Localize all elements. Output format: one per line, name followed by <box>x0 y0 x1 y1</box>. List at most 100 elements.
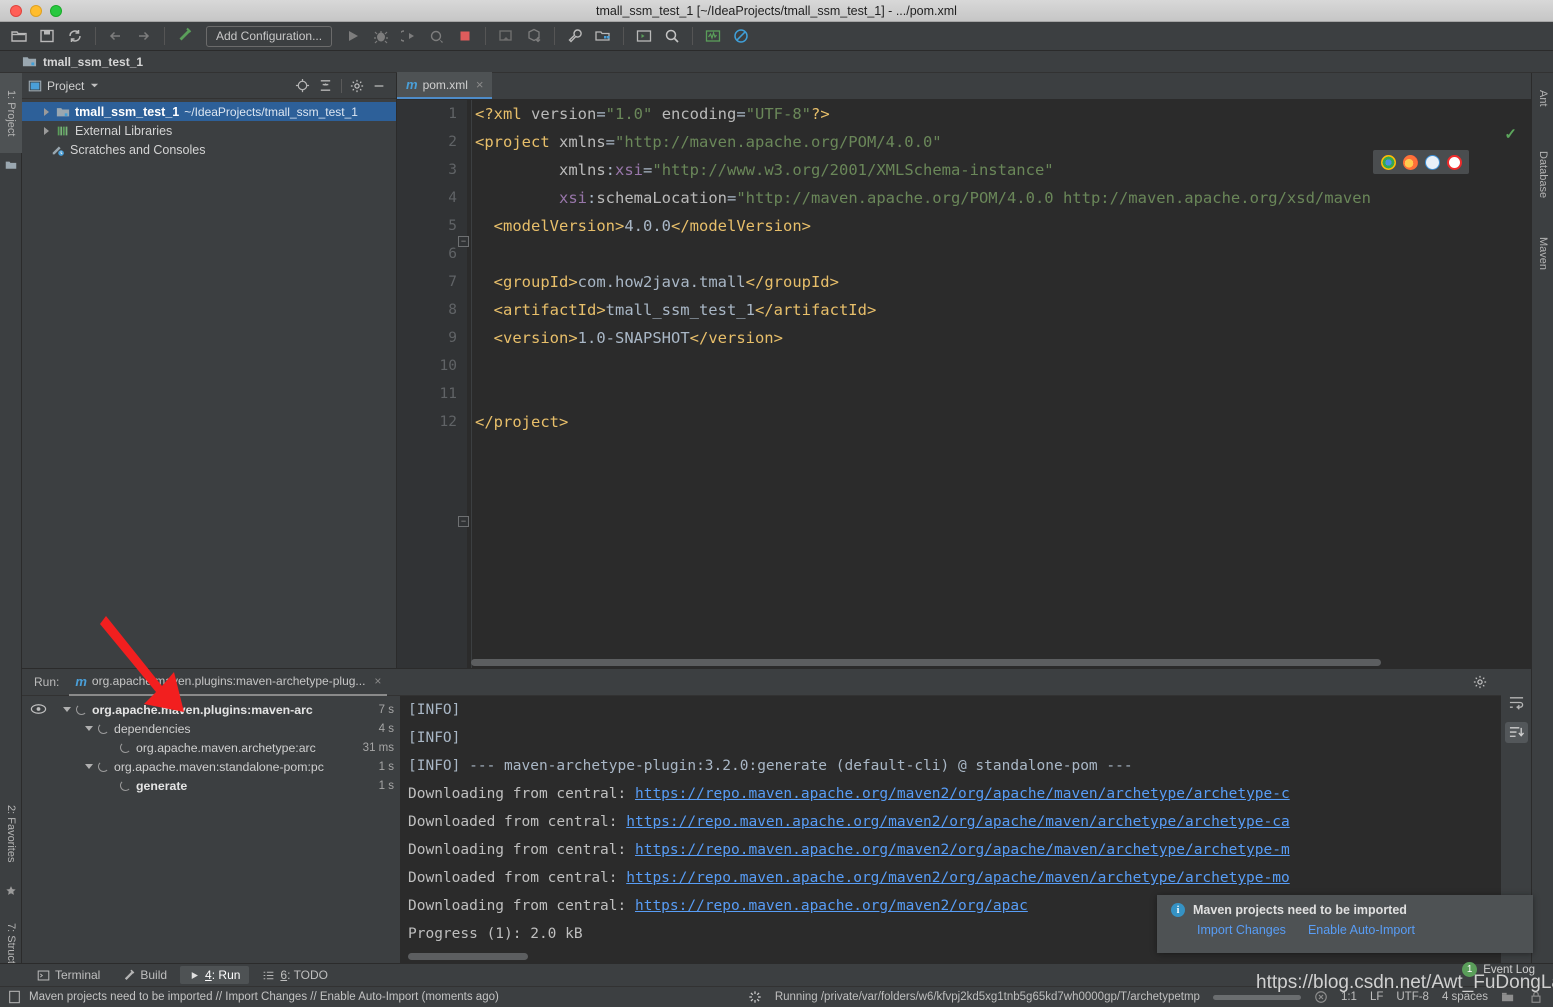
console-link[interactable]: https://repo.maven.apache.org/maven2/org… <box>635 842 1290 858</box>
soft-wrap-icon[interactable] <box>1508 695 1525 710</box>
chevron-down-icon[interactable] <box>63 707 71 712</box>
code-line[interactable]: <?xml version="1.0" encoding="UTF-8"?> <box>475 100 1531 128</box>
rail-item-database[interactable]: Database <box>1532 135 1553 215</box>
install-icon[interactable] <box>521 24 547 48</box>
chevron-down-icon[interactable] <box>85 726 93 731</box>
inspection-status-icon[interactable]: ✓ <box>1504 125 1517 143</box>
open-folder-icon[interactable] <box>6 24 32 48</box>
console-line: [INFO] <box>400 724 1531 752</box>
console-link[interactable]: https://repo.maven.apache.org/maven2/org… <box>626 814 1289 830</box>
run-task-row[interactable]: org.apache.maven:standalone-pom:pc 1 s <box>55 757 400 776</box>
code-line[interactable]: <groupId>com.how2java.tmall</groupId> <box>475 268 1531 296</box>
opera-icon[interactable] <box>1446 154 1462 170</box>
indent-setting[interactable]: 4 spaces <box>1442 991 1488 1003</box>
save-icon[interactable] <box>34 24 60 48</box>
code-line[interactable] <box>475 240 1531 268</box>
code-line[interactable]: <modelVersion>4.0.0</modelVersion> <box>475 212 1531 240</box>
tree-node-scratches[interactable]: Scratches and Consoles <box>22 140 396 159</box>
firefox-icon[interactable] <box>1402 154 1418 170</box>
run-icon[interactable] <box>340 24 366 48</box>
close-icon[interactable]: × <box>374 674 381 688</box>
code-line[interactable]: </project> <box>475 408 1531 436</box>
console-link[interactable]: https://repo.maven.apache.org/maven2/org… <box>635 786 1290 802</box>
run-icon <box>191 971 198 979</box>
code-editor[interactable]: 1 2 3 4 5 6 7 8 9 10 11 12 <?xml version="1.0" enco… <box>397 100 1531 668</box>
run-tab[interactable]: m org.apache.maven.plugins:maven-archety… <box>69 669 388 696</box>
chevron-down-icon[interactable] <box>90 81 99 90</box>
project-structure-icon[interactable] <box>590 24 616 48</box>
forward-arrow-icon[interactable] <box>131 24 157 48</box>
rail-item-project[interactable]: 1: Project <box>0 73 22 153</box>
branch-icon[interactable] <box>1501 991 1516 1004</box>
console-link[interactable]: https://repo.maven.apache.org/maven2/org… <box>635 898 1028 914</box>
code-line[interactable] <box>475 352 1531 380</box>
fold-marker-open[interactable]: − <box>458 236 469 247</box>
line-separator[interactable]: LF <box>1370 991 1383 1003</box>
bottom-tab-run[interactable]: 4: Run <box>180 966 250 984</box>
update-app-icon[interactable] <box>493 24 519 48</box>
terminal-icon[interactable] <box>631 24 657 48</box>
close-icon[interactable]: × <box>476 77 484 92</box>
debug-icon[interactable] <box>368 24 394 48</box>
cancel-task-icon[interactable] <box>1314 990 1328 1004</box>
chevron-right-icon[interactable] <box>44 126 49 135</box>
search-everywhere-icon[interactable] <box>659 24 685 48</box>
breadcrumb[interactable]: tmall_ssm_test_1 <box>0 51 1553 73</box>
fold-marker-close[interactable]: − <box>458 516 469 527</box>
no-access-icon[interactable] <box>728 24 754 48</box>
run-with-coverage-icon[interactable] <box>396 24 422 48</box>
gear-icon[interactable] <box>350 79 364 93</box>
event-log-indicator[interactable]: 1 Event Log <box>1462 962 1535 977</box>
memory-indicator-icon[interactable] <box>8 990 21 1004</box>
stop-icon[interactable] <box>452 24 478 48</box>
hide-panel-icon[interactable] <box>372 79 386 93</box>
activity-monitor-icon[interactable] <box>700 24 726 48</box>
rail-item-maven[interactable]: Maven <box>1532 223 1553 285</box>
locate-icon[interactable] <box>295 78 310 93</box>
rail-item-ant[interactable]: Ant <box>1532 77 1553 119</box>
add-configuration-button[interactable]: Add Configuration... <box>206 25 333 47</box>
safari-icon[interactable] <box>1424 154 1440 170</box>
run-task-row[interactable]: dependencies 4 s <box>55 719 400 738</box>
scroll-to-end-icon[interactable] <box>1504 722 1528 743</box>
code-line[interactable]: xsi:schemaLocation="http://maven.apache.… <box>475 184 1531 212</box>
code-line[interactable]: <artifactId>tmall_ssm_test_1</artifactId… <box>475 296 1531 324</box>
chevron-down-icon[interactable] <box>85 764 93 769</box>
editor-tab-pom-xml[interactable]: m pom.xml × <box>397 72 492 99</box>
rail-item-favorites[interactable]: 2: Favorites <box>0 788 22 880</box>
status-message[interactable]: Maven projects need to be imported // Im… <box>29 991 499 1003</box>
lock-icon[interactable] <box>1529 990 1543 1004</box>
line-number: 10 <box>439 358 457 374</box>
eye-icon[interactable] <box>30 702 47 716</box>
enable-auto-import-link[interactable]: Enable Auto-Import <box>1308 923 1415 937</box>
profile-icon[interactable] <box>424 24 450 48</box>
console-horizontal-scrollbar[interactable] <box>408 953 528 960</box>
tree-node-project-root[interactable]: tmall_ssm_test_1 ~/IdeaProjects/tmall_ss… <box>22 102 396 121</box>
import-changes-link[interactable]: Import Changes <box>1197 923 1286 937</box>
bottom-tab-build[interactable]: Build <box>113 966 176 984</box>
run-task-row[interactable]: org.apache.maven.plugins:maven-arc 7 s <box>55 700 400 719</box>
editor-horizontal-scrollbar[interactable] <box>471 659 1381 666</box>
bottom-tab-terminal[interactable]: Terminal <box>28 966 109 984</box>
caret-position[interactable]: 1:1 <box>1341 991 1357 1003</box>
file-encoding[interactable]: UTF-8 <box>1396 991 1429 1003</box>
wrench-icon[interactable] <box>562 24 588 48</box>
code-content[interactable]: <?xml version="1.0" encoding="UTF-8"?> <p… <box>467 100 1531 668</box>
chevron-right-icon[interactable] <box>44 107 49 116</box>
collapse-all-icon[interactable] <box>318 78 333 93</box>
run-task-row[interactable]: generate 1 s <box>55 776 400 795</box>
gear-icon[interactable] <box>1473 675 1487 689</box>
sync-icon[interactable] <box>62 24 88 48</box>
code-token: <groupId> <box>493 273 578 291</box>
console-link[interactable]: https://repo.maven.apache.org/maven2/org… <box>626 870 1289 886</box>
tree-node-external-libraries[interactable]: External Libraries <box>22 121 396 140</box>
bottom-tab-todo[interactable]: 6: TODO <box>253 966 337 984</box>
code-line[interactable] <box>475 380 1531 408</box>
back-arrow-icon[interactable] <box>103 24 129 48</box>
build-hammer-icon[interactable] <box>172 24 198 48</box>
code-line[interactable]: <version>1.0-SNAPSHOT</version> <box>475 324 1531 352</box>
run-task-row[interactable]: org.apache.maven.archetype:arc 31 ms <box>55 738 400 757</box>
chrome-icon[interactable] <box>1380 154 1396 170</box>
